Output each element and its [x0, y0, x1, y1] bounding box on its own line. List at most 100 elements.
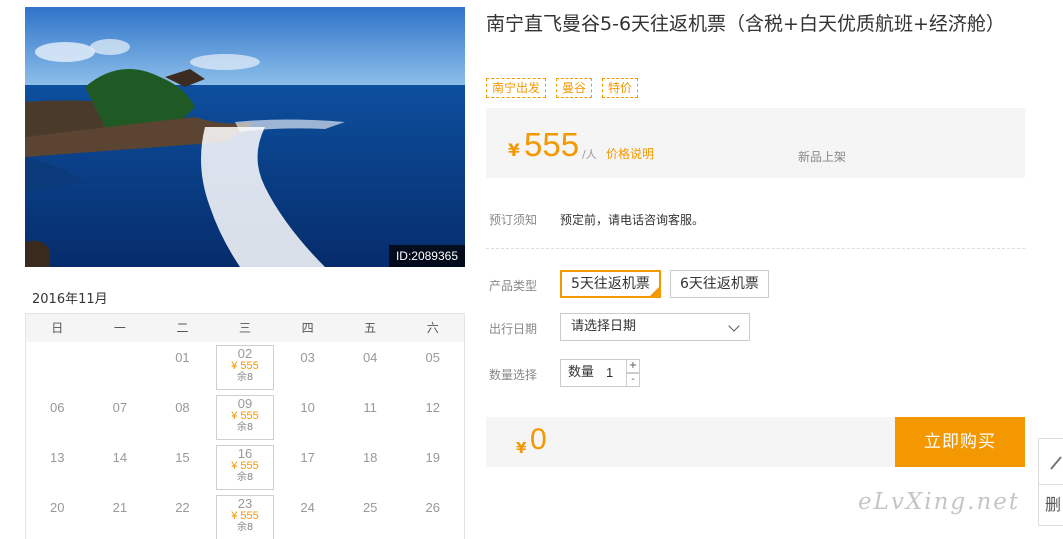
product-page: ID:2089365 2016年11月 日 一 二 三 四 五 六 01 02 ¥ … — [0, 0, 1063, 539]
quantity-input[interactable]: 1 — [606, 360, 613, 386]
calendar: 日 一 二 三 四 五 六 01 02 ¥ 555 余8 03 04 05 06 07 08 09 ¥… — [25, 314, 465, 539]
day-number: 01 — [175, 350, 190, 365]
day-number: 07 — [112, 400, 128, 415]
date-placeholder: 请选择日期 — [571, 319, 637, 334]
calendar-day: 04 — [339, 342, 402, 392]
weekday: 四 — [301, 321, 314, 335]
calendar-day — [89, 342, 152, 392]
calendar-month: 2016年11月 — [25, 284, 115, 316]
side-edit-tab[interactable] — [1038, 438, 1063, 486]
day-number: 25 — [362, 500, 378, 515]
calendar-day: 22 — [151, 492, 214, 539]
weekday: 日 — [51, 321, 64, 335]
day-number: 24 — [300, 500, 315, 515]
minus-button[interactable]: - — [626, 373, 640, 387]
price-note-link[interactable]: 价格说明 — [606, 145, 654, 162]
calendar-day: 01 — [151, 342, 214, 392]
tag-departure[interactable]: 南宁出发 — [486, 78, 547, 98]
day-number: 19 — [425, 450, 440, 465]
side-delete-tab[interactable]: 删 — [1038, 484, 1063, 526]
product-photo[interactable]: ID:2089365 — [25, 7, 465, 267]
day-number: 21 — [112, 500, 128, 515]
day-box — [215, 395, 275, 440]
day-number: 22 — [175, 500, 190, 515]
day-box — [215, 495, 275, 539]
calendar-day: 05 — [401, 342, 464, 392]
product-tags: 南宁出发 曼谷 特价 — [486, 78, 639, 98]
calendar-day: 06 — [26, 392, 89, 442]
notice-label: 预订须知 — [489, 213, 538, 227]
day-number: 18 — [362, 450, 378, 465]
calendar-day: 20 — [26, 492, 89, 539]
calendar-row: 06 07 08 09 ¥ 555 余8 10 11 12 — [26, 392, 464, 442]
calendar-day-available[interactable]: 02 ¥ 555 余8 — [214, 342, 277, 392]
calendar-day-available[interactable]: 16 ¥ 555 余8 — [214, 442, 277, 492]
day-box — [215, 445, 275, 490]
calendar-day-available[interactable]: 23 ¥ 555 余8 — [214, 492, 277, 539]
calendar-day: 25 — [339, 492, 402, 539]
calendar-day: 11 — [339, 392, 402, 442]
day-number: 14 — [112, 450, 128, 465]
watermark: eLvXing.net — [858, 489, 1021, 515]
quantity-stepper: 数量 1 + - — [560, 359, 640, 387]
calendar-row: 13 14 15 16 ¥ 555 余8 17 18 19 — [26, 442, 464, 492]
day-number — [89, 342, 152, 350]
day-number: 20 — [50, 500, 65, 515]
type-label: 产品类型 — [489, 279, 538, 293]
day-number: 17 — [300, 450, 315, 465]
day-number: 06 — [50, 400, 65, 415]
weekday: 六 — [426, 321, 439, 335]
type-option-6day[interactable]: 6天往返机票 — [670, 270, 769, 298]
total-currency: ¥ — [516, 439, 527, 457]
day-box — [215, 345, 275, 390]
notice-text: 预定前，请电话咨询客服。 — [560, 213, 705, 227]
calendar-row: 01 02 ¥ 555 余8 03 04 05 — [26, 342, 464, 392]
pencil-icon — [1050, 456, 1062, 470]
calendar-weekdays: 日 一 二 三 四 五 六 — [26, 314, 464, 342]
price-value: 555 — [524, 126, 580, 163]
calendar-day: 12 — [401, 392, 464, 442]
tag-special[interactable]: 特价 — [602, 78, 639, 98]
calendar-day: 15 — [151, 442, 214, 492]
product-title: 南宁直飞曼谷5-6天往返机票（含税+白天优质航班+经济舱） — [486, 13, 1005, 35]
tag-destination[interactable]: 曼谷 — [556, 78, 593, 98]
calendar-day: 18 — [339, 442, 402, 492]
calendar-day: 10 — [276, 392, 339, 442]
date-label: 出行日期 — [489, 322, 538, 336]
plus-button[interactable]: + — [626, 359, 640, 373]
day-number: 12 — [425, 400, 440, 415]
calendar-day: 19 — [401, 442, 464, 492]
date-select[interactable]: 请选择日期 — [560, 313, 750, 341]
total-bar: ¥ 0 立即购买 — [486, 417, 1025, 467]
day-number: 26 — [425, 500, 440, 515]
weekday: 五 — [364, 321, 377, 335]
day-number: 04 — [362, 350, 378, 365]
calendar-day: 08 — [151, 392, 214, 442]
photo-id-label: ID:2089365 — [388, 245, 465, 267]
calendar-day: 14 — [89, 442, 152, 492]
day-number: 03 — [300, 350, 315, 365]
price-currency: ¥ — [508, 141, 520, 161]
qty-text: 数量 — [568, 365, 595, 380]
type-option-5day[interactable]: 5天往返机票 — [560, 270, 661, 298]
day-number: 15 — [175, 450, 190, 465]
calendar-day-available[interactable]: 09 ¥ 555 余8 — [214, 392, 277, 442]
calendar-day: 26 — [401, 492, 464, 539]
total-value: 0 — [530, 423, 547, 456]
separator — [486, 248, 1025, 249]
calendar-day: 17 — [276, 442, 339, 492]
calendar-day — [26, 342, 89, 392]
calendar-day: 07 — [89, 392, 152, 442]
calendar-row: 20 21 22 23 ¥ 555 余8 24 25 26 — [26, 492, 464, 539]
price-unit: /人 — [582, 148, 597, 161]
day-number — [26, 342, 89, 350]
buy-now-button[interactable]: 立即购买 — [895, 417, 1025, 467]
day-number: 08 — [175, 400, 190, 415]
day-number: 13 — [50, 450, 65, 465]
weekday: 一 — [113, 321, 126, 335]
seascape-image — [25, 7, 465, 267]
day-number: 11 — [363, 400, 377, 415]
calendar-grid: 01 02 ¥ 555 余8 03 04 05 06 07 08 09 ¥ 555 余8 10 11 12 13… — [26, 342, 464, 539]
new-listing-label: 新品上架 — [798, 150, 847, 164]
weekday: 二 — [176, 321, 189, 335]
